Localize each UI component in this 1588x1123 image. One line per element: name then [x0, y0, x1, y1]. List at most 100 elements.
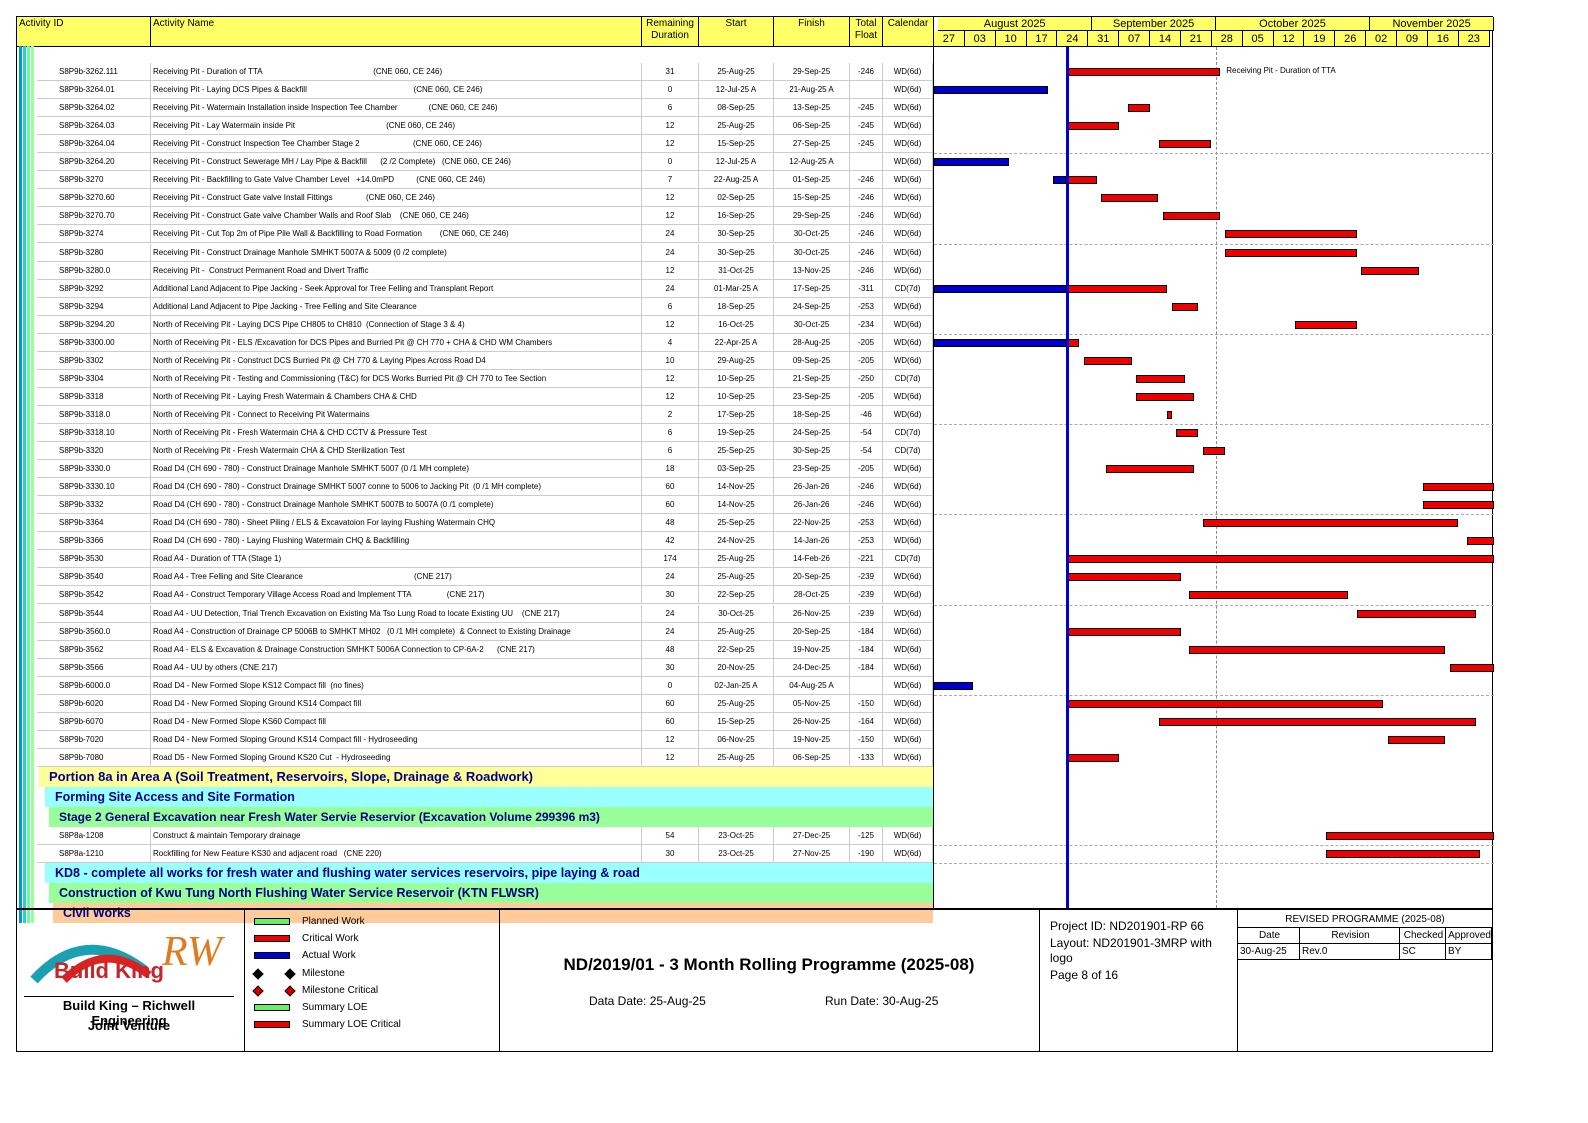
table-row[interactable]: S8P9b-3540 Road A4 - Tree Felling and Sit…	[17, 568, 933, 587]
table-row[interactable]: S8P9b-3566 Road A4 - UU by others (CNE 21…	[17, 658, 933, 677]
critical-work-bar[interactable]	[1162, 212, 1221, 221]
table-row[interactable]: S8P9b-3318 North of Receiving Pit - Layin…	[17, 387, 933, 406]
actual-work-bar[interactable]	[934, 284, 1066, 293]
critical-work-bar[interactable]	[1326, 850, 1481, 858]
actual-work-bar[interactable]	[934, 86, 1049, 95]
critical-work-bar[interactable]	[1171, 302, 1199, 311]
critical-work-bar[interactable]	[1326, 831, 1494, 840]
header-remaining-duration[interactable]: Remaining Duration	[642, 17, 699, 46]
actual-work-bar[interactable]	[1052, 176, 1066, 185]
critical-work-bar[interactable]	[1065, 176, 1097, 185]
table-row[interactable]: S8P9b-3264.20 Receiving Pit - Construct S…	[17, 153, 933, 172]
table-row[interactable]: S8P9b-3318.0 North of Receiving Pit - Con…	[17, 405, 933, 424]
table-row[interactable]: S8P9b-3562 Road A4 - ELS & Excavation & D…	[17, 640, 933, 659]
actual-work-bar[interactable]	[934, 338, 1066, 347]
critical-work-bar[interactable]	[1083, 356, 1133, 365]
critical-work-bar[interactable]	[1136, 374, 1185, 383]
header-activity-name[interactable]: Activity Name	[151, 17, 642, 46]
table-row[interactable]: S8P9b-3270.60 Receiving Pit - Construct G…	[17, 189, 933, 208]
critical-work-bar[interactable]	[1387, 735, 1446, 744]
table-row[interactable]: S8P9b-3270 Receiving Pit - Backfilling to…	[17, 171, 933, 190]
table-row[interactable]: S8P9b-3330.0 Road D4 (CH 690 - 780) - Con…	[17, 460, 933, 479]
critical-work-bar[interactable]	[1189, 591, 1349, 600]
critical-work-bar[interactable]	[1065, 284, 1168, 293]
critical-work-bar[interactable]	[1224, 248, 1357, 257]
table-row[interactable]: S8P9b-3264.03 Receiving Pit - Lay Waterma…	[17, 117, 933, 136]
critical-work-bar[interactable]	[1449, 663, 1494, 672]
actual-work-bar[interactable]	[934, 158, 1009, 167]
wbs-band[interactable]: Stage 2 General Excavation near Fresh Wa…	[49, 806, 933, 827]
critical-work-bar[interactable]	[1105, 465, 1194, 474]
activity-name: Receiving Pit - Cut Top 2m of Pipe Pile …	[151, 225, 642, 244]
table-row[interactable]: S8P9b-3294 Additional Land Adjacent to Pi…	[17, 297, 933, 316]
critical-work-bar[interactable]	[1065, 627, 1181, 636]
wbs-band[interactable]: Forming Site Access and Site Formation	[45, 786, 933, 807]
table-row[interactable]: S8P9b-7080 Road D5 - New Formed Sloping G…	[17, 748, 933, 767]
critical-work-bar[interactable]	[1467, 537, 1494, 546]
calendar: WD(6d)	[883, 81, 933, 100]
header-finish[interactable]: Finish	[774, 17, 850, 46]
critical-work-bar[interactable]	[1065, 573, 1181, 582]
critical-work-bar[interactable]	[1176, 429, 1199, 437]
table-row[interactable]: S8P9b-3542 Road A4 - Construct Temporary …	[17, 586, 933, 605]
table-row[interactable]: S8P9b-3302 North of Receiving Pit - Const…	[17, 351, 933, 370]
table-row[interactable]: S8P9b-3294.20 North of Receiving Pit - La…	[17, 315, 933, 334]
critical-work-bar[interactable]	[1065, 753, 1119, 762]
table-row[interactable]: S8P9b-3280.0 Receiving Pit - Construct Pe…	[17, 261, 933, 280]
table-row[interactable]: S8P9b-3304 North of Receiving Pit - Testi…	[17, 369, 933, 388]
table-row[interactable]: S8P9b-3530 Road A4 - Duration of TTA (Sta…	[17, 550, 933, 569]
critical-work-bar[interactable]	[1158, 140, 1212, 149]
table-row[interactable]: S8P9b-3332 Road D4 (CH 690 - 780) - Const…	[17, 496, 933, 515]
table-row[interactable]: S8P9b-3560.0 Road A4 - Construction of Dr…	[17, 622, 933, 641]
table-row[interactable]: S8P9b-3330.10 Road D4 (CH 690 - 780) - Co…	[17, 478, 933, 497]
critical-work-bar[interactable]	[1189, 645, 1446, 654]
table-row[interactable]: S8P9b-3318.10 North of Receiving Pit - Fr…	[17, 424, 933, 442]
table-row[interactable]: S8P9b-3262.111 Receiving Pit - Duration o…	[17, 63, 933, 81]
table-row[interactable]: S8P9b-3300.00 North of Receiving Pit - EL…	[17, 333, 933, 352]
activity-id: S8P9b-3292	[37, 279, 151, 298]
table-row[interactable]: S8P9b-6000.0 Road D4 - New Formed Slope K…	[17, 676, 933, 695]
critical-work-bar[interactable]	[1065, 555, 1494, 564]
critical-work-bar[interactable]	[1361, 266, 1419, 275]
critical-work-bar[interactable]	[1065, 68, 1221, 76]
table-row[interactable]: S8P8a-1208 Construct & maintain Temporary…	[17, 826, 933, 845]
table-row[interactable]: S8P9b-3364 Road D4 (CH 690 - 780) - Sheet…	[17, 514, 933, 533]
critical-work-bar[interactable]	[1158, 717, 1477, 726]
critical-work-bar[interactable]	[1356, 609, 1476, 618]
table-row[interactable]: S8P9b-3280 Receiving Pit - Construct Drai…	[17, 243, 933, 262]
table-row[interactable]: S8P9b-3264.02 Receiving Pit - Watermain I…	[17, 99, 933, 118]
header-activity-id[interactable]: Activity ID	[17, 17, 151, 46]
header-total-float[interactable]: Total Float	[850, 17, 883, 46]
critical-work-bar[interactable]	[1127, 104, 1150, 113]
critical-work-bar[interactable]	[1065, 699, 1384, 708]
table-row[interactable]: S8P9b-3274 Receiving Pit - Cut Top 2m of …	[17, 225, 933, 244]
critical-work-bar[interactable]	[1167, 410, 1172, 419]
table-row[interactable]: S8P9b-3264.04 Receiving Pit - Construct I…	[17, 135, 933, 154]
table-row[interactable]: S8P9b-3264.01 Receiving Pit - Laying DCS …	[17, 81, 933, 100]
table-row[interactable]: S8P9b-3292 Additional Land Adjacent to Pi…	[17, 279, 933, 298]
table-row[interactable]: S8P9b-6070 Road D4 - New Formed Slope KS6…	[17, 712, 933, 731]
table-row[interactable]: S8P8a-1210 Rockfilling for New Feature KS…	[17, 845, 933, 863]
table-row[interactable]: S8P9b-7020 Road D4 - New Formed Sloping G…	[17, 730, 933, 749]
critical-work-bar[interactable]	[1202, 519, 1459, 528]
header-start[interactable]: Start	[699, 17, 774, 46]
wbs-band[interactable]: Construction of Kwu Tung North Flushing …	[49, 883, 933, 904]
critical-work-bar[interactable]	[1224, 230, 1357, 239]
critical-work-bar[interactable]	[1295, 320, 1357, 329]
actual-work-bar[interactable]	[934, 681, 974, 690]
critical-work-bar[interactable]	[1101, 194, 1159, 203]
critical-work-bar[interactable]	[1065, 122, 1119, 131]
critical-work-bar[interactable]	[1423, 501, 1494, 510]
wbs-band[interactable]: KD8 - complete all works for fresh water…	[45, 863, 933, 884]
activity-name: Receiving Pit - Lay Watermain inside Pit…	[151, 117, 642, 136]
header-calendar[interactable]: Calendar	[883, 17, 933, 46]
wbs-band[interactable]: Portion 8a in Area A (Soil Treatment, Re…	[39, 766, 933, 787]
table-row[interactable]: S8P9b-3270.70 Receiving Pit - Construct G…	[17, 207, 933, 226]
critical-work-bar[interactable]	[1202, 447, 1225, 456]
critical-work-bar[interactable]	[1423, 483, 1494, 492]
table-row[interactable]: S8P9b-3366 Road D4 (CH 690 - 780) - Layin…	[17, 532, 933, 551]
critical-work-bar[interactable]	[1136, 392, 1194, 401]
table-row[interactable]: S8P9b-6020 Road D4 - New Formed Sloping G…	[17, 694, 933, 713]
table-row[interactable]: S8P9b-3320 North of Receiving Pit - Fresh…	[17, 442, 933, 461]
table-row[interactable]: S8P9b-3544 Road A4 - UU Detection, Trial …	[17, 604, 933, 623]
